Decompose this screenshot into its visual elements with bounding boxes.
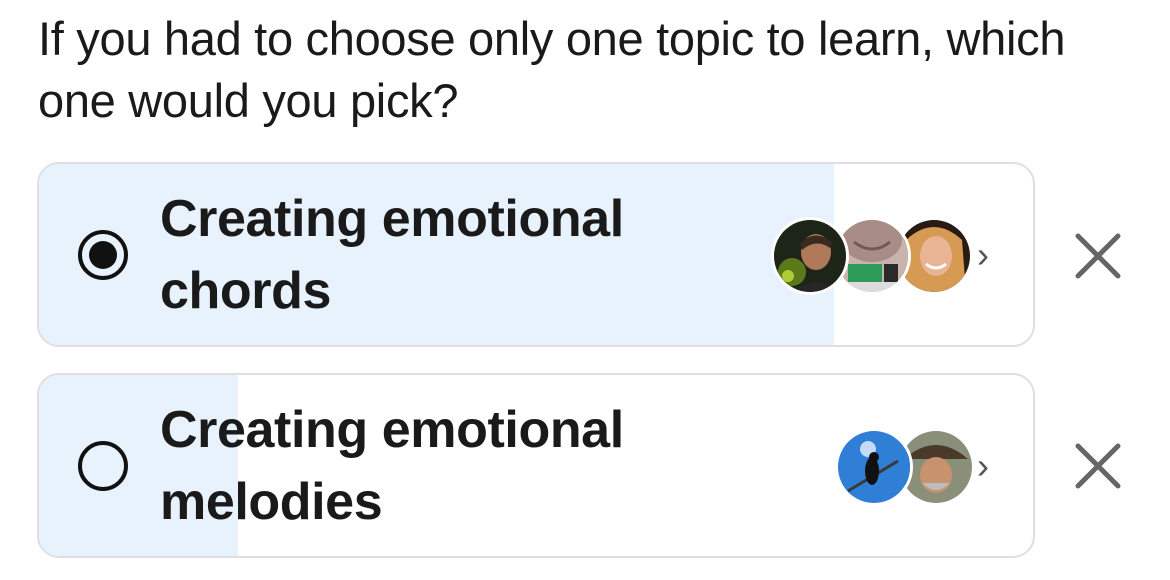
poll-option-label: Creating emotional melodies <box>160 400 624 531</box>
radio-button-selected[interactable] <box>78 229 128 280</box>
close-icon[interactable] <box>1070 438 1126 494</box>
radio-button-unselected[interactable] <box>78 440 128 491</box>
poll-option-1[interactable]: Creating emotional chords › <box>37 162 1035 347</box>
voter-avatar[interactable] <box>835 427 913 506</box>
poll-option-label: Creating emotional chords <box>160 189 624 320</box>
chevron-right-icon[interactable]: › <box>977 444 989 488</box>
poll-question: If you had to choose only one topic to l… <box>38 12 1066 127</box>
poll: If you had to choose only one topic to l… <box>0 0 1170 580</box>
radio-dot <box>89 240 117 269</box>
close-icon[interactable] <box>1070 228 1126 284</box>
poll-option-2[interactable]: Creating emotional melodies › <box>37 373 1035 558</box>
voter-avatar[interactable] <box>771 216 849 295</box>
chevron-right-icon[interactable]: › <box>977 233 989 277</box>
